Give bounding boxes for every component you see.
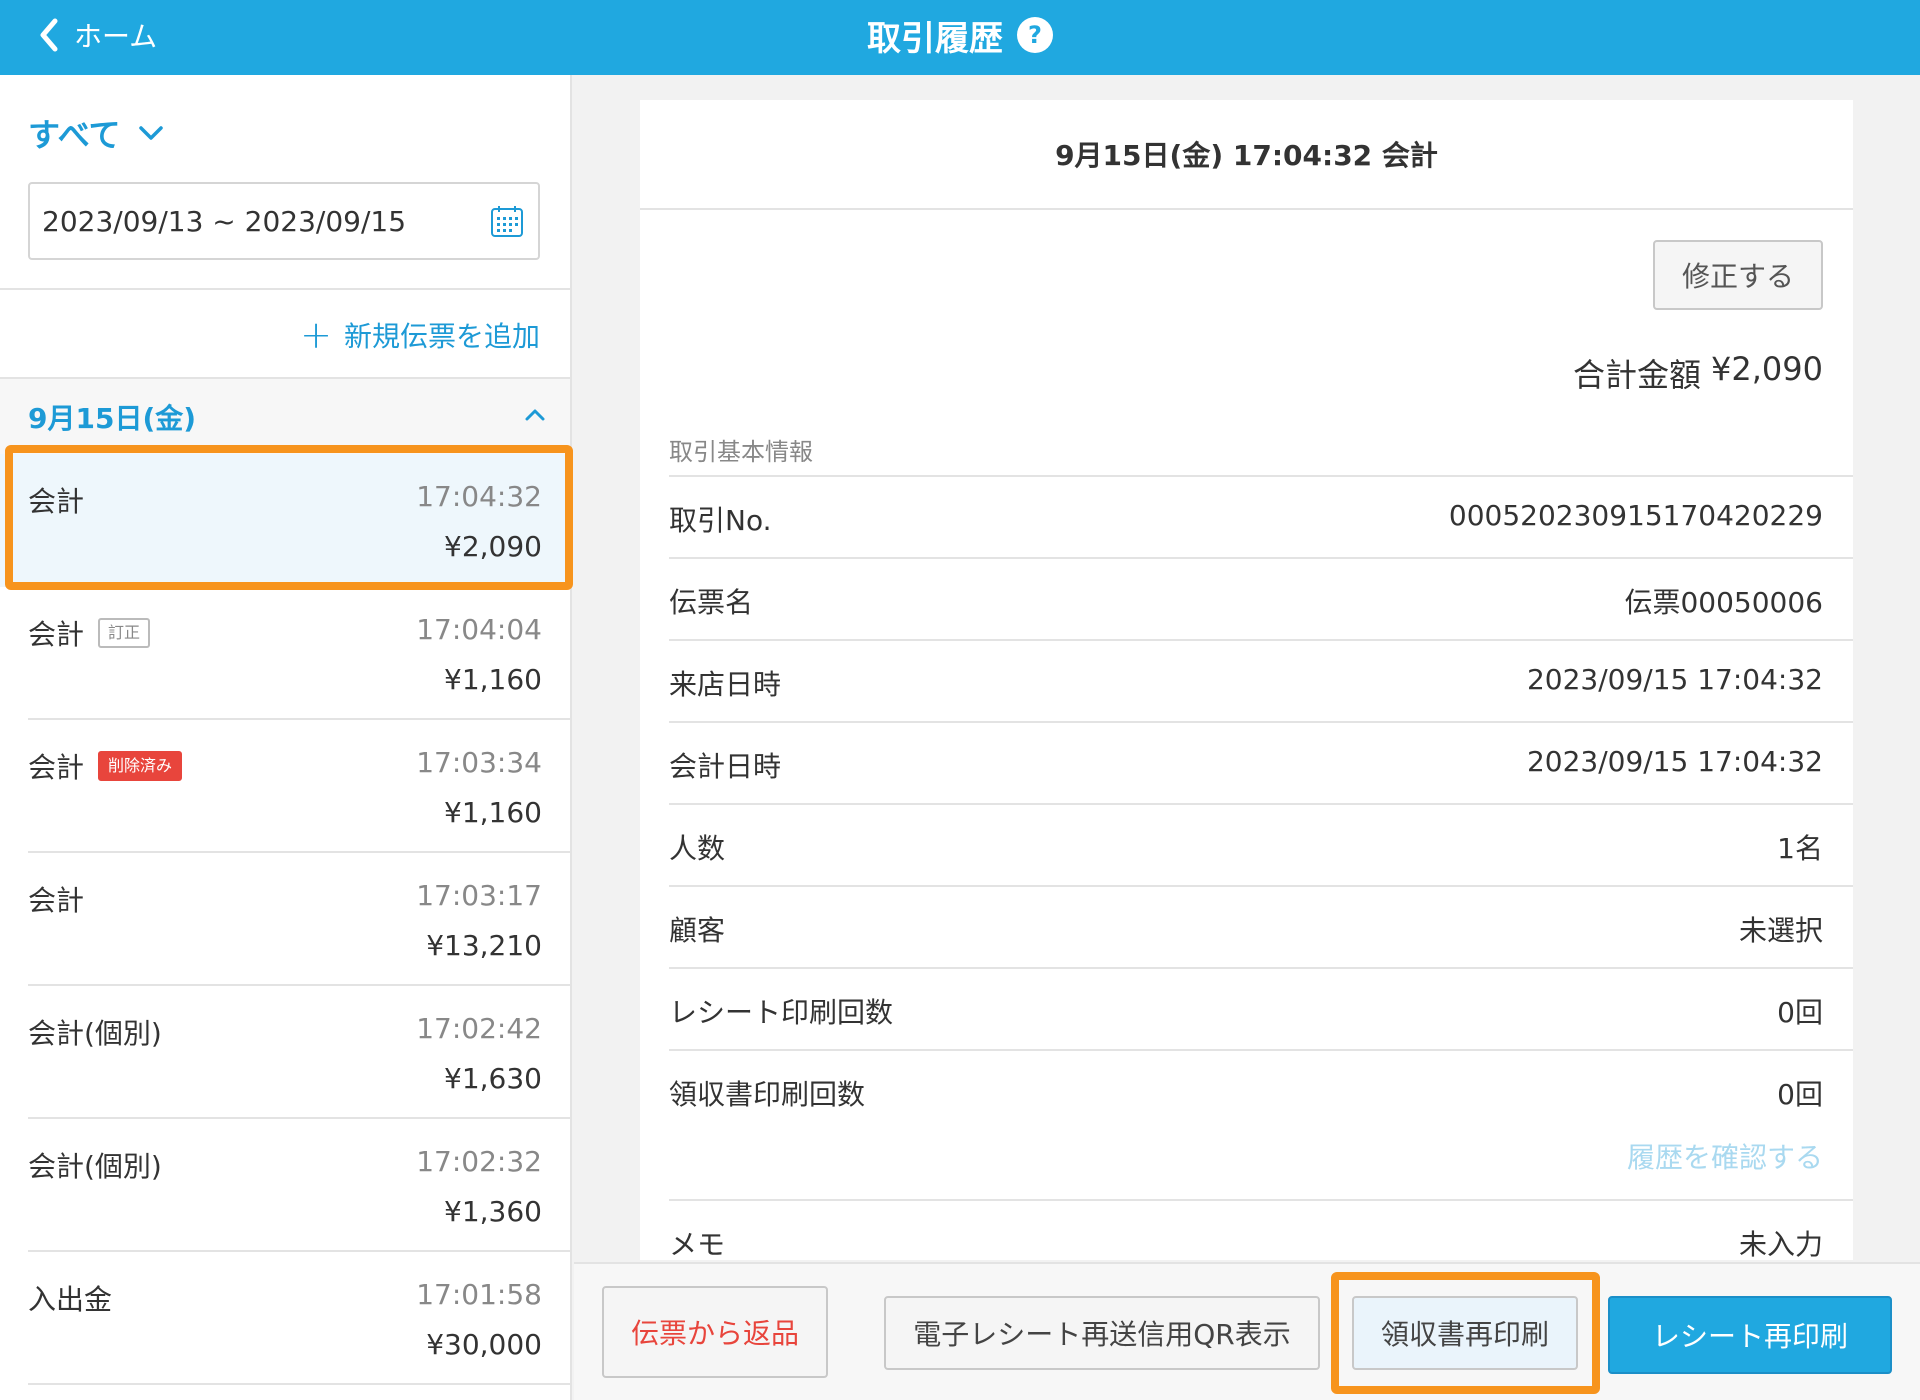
detail-title: 9月15日(金) 17:04:32 会計 (640, 100, 1853, 210)
divider (0, 288, 570, 290)
transaction-item[interactable]: 会計 訂正 17:04:04 ¥1,160 (0, 587, 570, 720)
add-slip-button[interactable]: + 新規伝票を追加 (300, 315, 540, 355)
transaction-time: 17:02:32 (416, 1145, 542, 1178)
return-from-slip-button[interactable]: 伝票から返品 (602, 1286, 828, 1378)
info-value: 未入力 (1738, 1228, 1823, 1260)
history-link[interactable]: 履歴を確認する (1627, 1136, 1823, 1176)
info-row-visit-time: 来店日時 2023/09/15 17:04:32 (669, 639, 1853, 721)
transaction-item[interactable]: 会計(個別) 17:02:32 ¥1,360 (0, 1119, 570, 1252)
transaction-amount: ¥2,090 (444, 530, 542, 563)
transaction-name: 会計 (28, 618, 85, 651)
info-value: 2023/09/15 17:04:32 (1526, 745, 1823, 778)
info-key: 顧客 (669, 914, 726, 947)
info-value: 1名 (1777, 832, 1823, 865)
transaction-time: 17:01:58 (416, 1278, 542, 1311)
transaction-time: 17:04:04 (416, 613, 542, 646)
total-value: ¥2,090 (1711, 350, 1823, 388)
transaction-item[interactable]: 入出金 17:01:58 ¥30,000 (0, 1252, 570, 1385)
plus-icon: + (300, 313, 332, 357)
info-list: 取引No. 000520230915170420229 伝票名 伝票000500… (669, 475, 1853, 1260)
transaction-name: 会計 (28, 884, 85, 917)
help-icon[interactable]: ? (1017, 17, 1053, 53)
chevron-down-icon (139, 126, 164, 140)
calendar-icon (491, 206, 523, 237)
transaction-amount: ¥1,360 (444, 1195, 542, 1228)
edit-button[interactable]: 修正する (1653, 240, 1823, 310)
info-value: 0回 (1777, 996, 1823, 1029)
page-title-group: 取引履歴 ? (0, 0, 1920, 70)
transaction-name-group: 入出金 (28, 1278, 112, 1318)
info-value: 0回 (1777, 1078, 1823, 1111)
info-key: メモ (669, 1228, 726, 1260)
info-value: 伝票00050006 (1624, 586, 1823, 619)
date-group-label: 9月15日(金) (28, 402, 197, 435)
transaction-item[interactable]: 会計 削除済み 17:03:34 ¥1,160 (0, 720, 570, 853)
transaction-name-group: 会計 (28, 879, 84, 919)
deleted-badge: 削除済み (98, 751, 183, 781)
transaction-item[interactable]: 会計 17:04:32 ¥2,090 (0, 454, 570, 587)
chevron-up-icon (525, 409, 545, 421)
transaction-name-group: 会計 (28, 480, 84, 520)
transaction-time: 17:04:32 (416, 480, 542, 513)
transaction-time: 17:03:34 (416, 746, 542, 779)
transaction-sidebar: すべて 2023/09/13 ~ 2023/09/15 + 新規伝票を追加 9月… (0, 75, 572, 1400)
date-range-picker[interactable]: 2023/09/13 ~ 2023/09/15 (28, 182, 540, 260)
info-row-slip-name: 伝票名 伝票00050006 (669, 557, 1853, 639)
transaction-name-group: 会計 削除済み (28, 746, 183, 786)
info-value: 000520230915170420229 (1448, 499, 1823, 532)
info-row-guests: 人数 1名 (669, 803, 1853, 885)
info-key: レシート印刷回数 (669, 996, 894, 1029)
add-slip-label: 新規伝票を追加 (343, 320, 540, 353)
info-key: 会計日時 (669, 750, 782, 783)
info-key: 領収書印刷回数 (669, 1078, 866, 1111)
transaction-name-group: 会計(個別) (28, 1012, 162, 1052)
transaction-list: 会計 17:04:32 ¥2,090 会計 訂正 17:04:04 ¥1,160 … (0, 454, 570, 1385)
reprint-invoice-button[interactable]: 領収書再印刷 (1352, 1296, 1578, 1370)
info-key: 人数 (669, 832, 726, 865)
transaction-item[interactable]: 会計 17:03:17 ¥13,210 (0, 853, 570, 986)
transaction-name-group: 会計 訂正 (28, 613, 151, 653)
transaction-amount: ¥1,160 (444, 796, 542, 829)
transaction-name-group: 会計(個別) (28, 1145, 162, 1185)
info-value: 未選択 (1738, 914, 1823, 947)
page-title: 取引履歴 (867, 18, 1003, 59)
transaction-amount: ¥1,630 (444, 1062, 542, 1095)
date-group-header[interactable]: 9月15日(金) (0, 379, 570, 454)
info-row-customer: 顧客 未選択 (669, 885, 1853, 967)
transaction-name: 会計 (28, 485, 85, 518)
info-key: 取引No. (669, 504, 772, 537)
date-range-value: 2023/09/13 ~ 2023/09/15 (42, 204, 407, 238)
info-key: 来店日時 (669, 668, 782, 701)
total-label: 合計金額 (1573, 356, 1702, 394)
info-row-checkout-time: 会計日時 2023/09/15 17:04:32 (669, 721, 1853, 803)
info-key: 伝票名 (669, 586, 754, 619)
info-row-transaction-no: 取引No. 000520230915170420229 (669, 475, 1853, 557)
transaction-item[interactable]: 会計(個別) 17:02:42 ¥1,630 (0, 986, 570, 1119)
transaction-name: 会計 (28, 751, 85, 784)
total-amount: 合計金額 ¥2,090 (1573, 350, 1823, 396)
app-header: ホーム 取引履歴 ? (0, 0, 1920, 75)
transaction-amount: ¥1,160 (444, 663, 542, 696)
filter-label: すべて (28, 116, 121, 154)
transaction-time: 17:02:42 (416, 1012, 542, 1045)
info-row-memo: メモ 未入力 (669, 1199, 1853, 1260)
transaction-name: 会計(個別) (28, 1017, 162, 1050)
transaction-time: 17:03:17 (416, 879, 542, 912)
action-footer: 伝票から返品 電子レシート再送信用QR表示 領収書再印刷 レシート再印刷 (574, 1262, 1920, 1400)
info-row-receipt-print-count: レシート印刷回数 0回 (669, 967, 1853, 1049)
reprint-receipt-button[interactable]: レシート再印刷 (1608, 1296, 1892, 1374)
transaction-name: 会計(個別) (28, 1150, 162, 1183)
transaction-detail-panel: 9月15日(金) 17:04:32 会計 修正する 合計金額 ¥2,090 取引… (640, 100, 1853, 1260)
transaction-amount: ¥30,000 (426, 1328, 542, 1361)
qr-resend-button[interactable]: 電子レシート再送信用QR表示 (884, 1296, 1320, 1370)
filter-dropdown[interactable]: すべて (28, 110, 164, 156)
transaction-name: 入出金 (28, 1283, 113, 1316)
info-row-invoice-print-count: 領収書印刷回数 0回 履歴を確認する (669, 1049, 1853, 1199)
corrected-badge: 訂正 (98, 618, 151, 648)
info-value: 2023/09/15 17:04:32 (1526, 663, 1823, 696)
section-label: 取引基本情報 (669, 438, 813, 466)
transaction-amount: ¥13,210 (426, 929, 542, 962)
